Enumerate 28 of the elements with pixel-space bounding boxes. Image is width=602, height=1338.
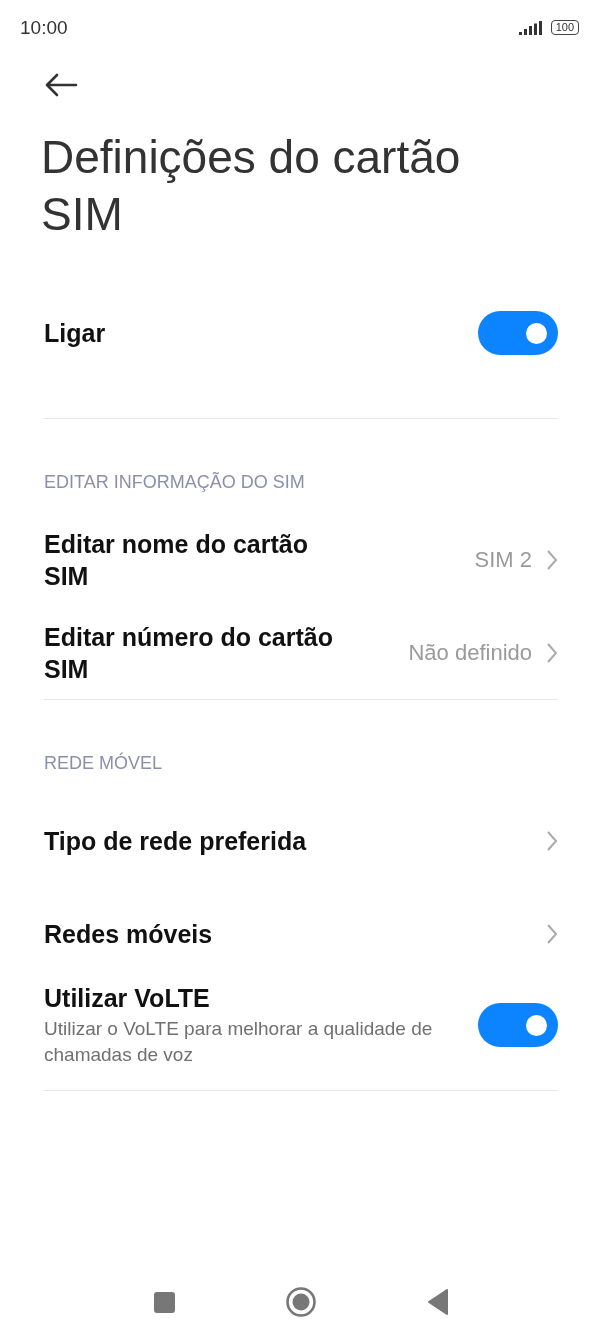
setting-label: Utilizar VoLTE [44, 983, 211, 1014]
settings-row[interactable]: Editar número do cartão SIM Não definido [44, 606, 558, 699]
section-header: REDE MÓVEL [44, 751, 164, 775]
home-button[interactable] [284, 1286, 317, 1318]
back-nav-button[interactable] [426, 1289, 449, 1315]
chevron-icon [546, 548, 558, 571]
section-header: EDITAR INFORMAÇÃO DO SIM [44, 471, 306, 494]
signal-icon [518, 20, 545, 35]
chevron-icon [546, 829, 558, 852]
setting-label: Redes móveis [44, 918, 213, 950]
setting-label: Editar nome do cartão SIM [44, 528, 309, 592]
setting-value: Não definido [408, 639, 532, 666]
toggle-switch[interactable] [478, 311, 558, 355]
recents-button[interactable] [153, 1291, 175, 1313]
chevron-icon [546, 641, 558, 664]
toggle-switch[interactable] [478, 1003, 558, 1047]
battery-icon: 100 [550, 20, 579, 35]
settings-row[interactable]: Tipo de rede preferida [44, 794, 558, 887]
setting-label: Editar número do cartão SIM [44, 621, 334, 685]
settings-row[interactable]: Redes móveis [44, 887, 558, 980]
status-time: 10:00 [20, 16, 68, 39]
setting-description: Utilizar o VoLTE para melhorar a qualidade de chamadas de voz [44, 1017, 434, 1067]
setting-label: Tipo de rede preferida [44, 825, 307, 857]
chevron-icon [546, 922, 558, 945]
settings-row[interactable]: Editar nome do cartão SIM SIM 2 [44, 513, 558, 606]
setting-value: SIM 2 [474, 546, 532, 573]
page-title: Definições do cartão SIM [41, 130, 462, 242]
setting-label: Ligar [44, 318, 106, 349]
